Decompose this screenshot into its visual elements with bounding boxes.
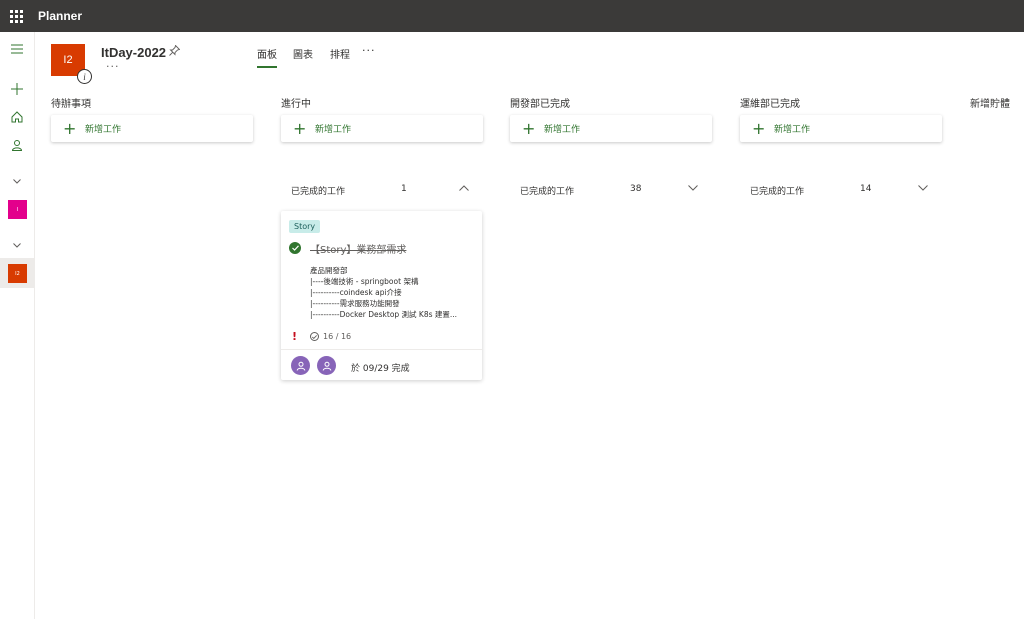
expand-group-button[interactable]: [0, 233, 34, 257]
left-rail: I I2: [0, 32, 35, 619]
pin-icon[interactable]: [169, 44, 181, 59]
plus-icon: +: [293, 118, 307, 138]
bucket-title[interactable]: 開發部已完成: [510, 95, 570, 110]
plan-title[interactable]: ItDay-2022: [101, 45, 166, 60]
completed-tasks-label: 已完成的工作: [520, 187, 575, 197]
assignee-avatar[interactable]: [291, 356, 310, 375]
completed-tasks-label: 已完成的工作: [750, 187, 805, 197]
completed-tasks-toggle[interactable]: 已完成的工作 14: [740, 184, 942, 198]
waffle-icon: [9, 9, 23, 23]
plus-icon: +: [752, 118, 766, 138]
plan-more-button[interactable]: ···: [106, 60, 120, 73]
add-task-button[interactable]: + 新增工作: [740, 115, 942, 142]
task-description: 產品開發部 |----後端技術 - springboot 架構 |-------…: [310, 266, 458, 319]
expand-group-button[interactable]: [0, 169, 34, 193]
assignee-avatar[interactable]: [317, 356, 336, 375]
plus-icon: +: [522, 118, 536, 138]
rail-plan-item[interactable]: I: [8, 200, 27, 219]
completed-tasks-count: 14: [860, 184, 872, 194]
app-launcher-button[interactable]: [0, 0, 32, 32]
task-title[interactable]: 【Story】業務部需求: [310, 241, 406, 256]
new-plan-button[interactable]: [0, 77, 34, 101]
completed-tasks-toggle[interactable]: 已完成的工作 1: [281, 184, 483, 198]
plan-header: I2 i ItDay-2022 ··· 面板 圖表 排程 ···: [35, 32, 1024, 92]
completed-tasks-label: 已完成的工作: [291, 187, 346, 197]
rail-plan-item-active[interactable]: I2: [8, 264, 27, 283]
person-icon: [11, 140, 23, 151]
chevron-down-icon: [13, 178, 21, 184]
add-task-label: 新增工作: [315, 125, 352, 135]
tabs-more-button[interactable]: ···: [362, 44, 376, 57]
collapse-nav-button[interactable]: [0, 37, 34, 61]
person-icon: [296, 361, 305, 371]
add-task-button[interactable]: + 新增工作: [510, 115, 712, 142]
task-card[interactable]: Story 【Story】業務部需求 產品開發部 |----後端技術 - spr…: [281, 211, 482, 380]
chevron-down-icon: [688, 181, 698, 194]
planner-hub-button[interactable]: [0, 105, 34, 129]
home-icon: [11, 111, 23, 123]
top-bar: Planner: [0, 0, 1024, 32]
hamburger-icon: [11, 44, 23, 54]
add-task-label: 新增工作: [85, 125, 122, 135]
app-name[interactable]: Planner: [38, 9, 82, 23]
completed-tasks-count: 38: [630, 184, 642, 194]
bucket-title[interactable]: 進行中: [281, 95, 311, 110]
completed-tasks-count: 1: [401, 184, 407, 194]
important-priority-icon: !: [292, 330, 298, 343]
chevron-down-icon: [13, 242, 21, 248]
chevron-down-icon: [918, 181, 928, 194]
task-label-badge: Story: [289, 220, 321, 233]
my-tasks-button[interactable]: [0, 133, 34, 157]
add-task-button[interactable]: + 新增工作: [281, 115, 483, 142]
card-divider: [281, 349, 482, 350]
tab-charts[interactable]: 圖表: [293, 46, 313, 68]
person-icon: [322, 361, 331, 371]
add-task-label: 新增工作: [774, 125, 811, 135]
checklist-count: 16 / 16: [323, 332, 352, 341]
add-task-button[interactable]: + 新增工作: [51, 115, 253, 142]
due-date: 於 09/29 完成: [351, 364, 410, 374]
add-bucket-button[interactable]: 新增貯體: [970, 95, 1010, 110]
checklist-indicator: 16 / 16: [310, 332, 351, 341]
bucket-title[interactable]: 待辦事項: [51, 95, 91, 110]
completed-check-icon[interactable]: [289, 242, 301, 254]
tab-board[interactable]: 面板: [257, 46, 277, 68]
chevron-up-icon: [459, 181, 469, 194]
add-task-label: 新增工作: [544, 125, 581, 135]
plus-icon: +: [63, 118, 77, 138]
plus-icon: [11, 83, 23, 95]
completed-tasks-toggle[interactable]: 已完成的工作 38: [510, 184, 712, 198]
tab-schedule[interactable]: 排程: [330, 46, 350, 68]
bucket-title[interactable]: 運維部已完成: [740, 95, 800, 110]
info-icon[interactable]: i: [77, 69, 92, 84]
checklist-icon: [310, 332, 319, 341]
